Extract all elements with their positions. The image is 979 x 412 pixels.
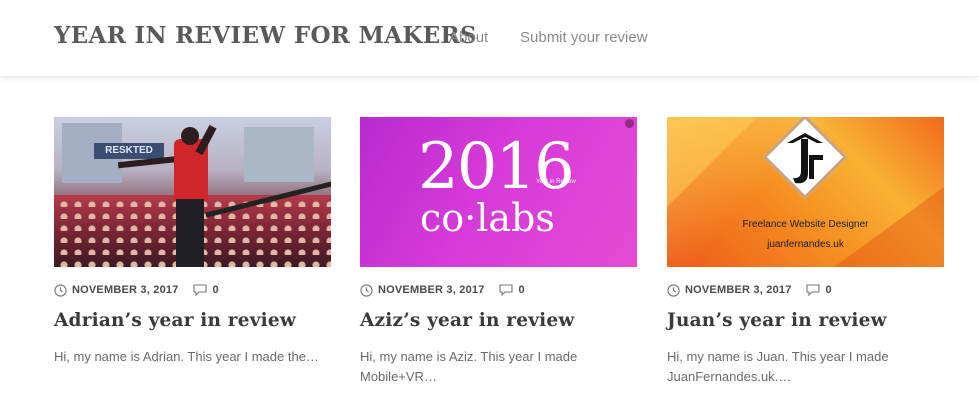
post-meta: NOVEMBER 3, 2017 0 <box>667 282 832 298</box>
post-excerpt-line: Hi, my name is Aziz. This year I made <box>360 349 578 364</box>
thumbnail-background-building <box>244 127 314 182</box>
post-date[interactable]: NOVEMBER 3, 2017 <box>378 284 485 296</box>
thumbnail-sign: RESKTED <box>94 143 164 159</box>
comment-icon[interactable] <box>805 284 820 296</box>
post-thumbnail[interactable]: 2016 Year in Review co·labs <box>360 117 637 267</box>
thumbnail-performer-head <box>181 127 199 145</box>
post-title[interactable]: Aziz’s year in review <box>360 310 575 331</box>
thumbnail-year-text: 2016 <box>418 130 575 204</box>
thumbnail-domain: juanfernandes.uk <box>767 239 844 250</box>
comment-icon[interactable] <box>192 284 207 296</box>
thumbnail-brand-text: co·labs <box>420 196 555 240</box>
clock-icon <box>54 283 67 297</box>
clock-icon <box>667 283 680 297</box>
thumbnail-tagline: Freelance Website Designer <box>742 219 869 230</box>
post-excerpt-line: Mobile+VR… <box>360 369 437 384</box>
post-excerpt: Hi, my name is Aziz. This year I made Mob… <box>360 347 637 387</box>
post-thumbnail[interactable]: Freelance Website Designer juanfernandes… <box>667 117 944 267</box>
post-card-juan: Freelance Website Designer juanfernandes… <box>667 117 944 384</box>
site-header: YEAR IN REVIEW FOR MAKERS About Submit y… <box>0 0 979 77</box>
thumbnail-performer-legs <box>176 199 204 267</box>
post-thumbnail[interactable]: RESKTED <box>54 117 331 267</box>
thumbnail-corner-icon <box>625 119 634 128</box>
thumbnail-polygon <box>667 117 757 207</box>
post-excerpt-line: JuanFernandes.uk.… <box>667 369 792 384</box>
jf-logo-icon <box>787 133 823 184</box>
comment-icon[interactable] <box>498 284 513 296</box>
nav-submit-review-link[interactable]: Submit your review <box>520 29 648 46</box>
post-excerpt-line: Hi, my name is Juan. This year I made <box>667 349 889 364</box>
comment-count[interactable]: 0 <box>519 284 525 296</box>
post-excerpt: Hi, my name is Adrian. This year I made … <box>54 349 319 364</box>
post-title[interactable]: Juan’s year in review <box>667 310 887 331</box>
post-excerpt: Hi, my name is Juan. This year I made Jua… <box>667 347 944 387</box>
comment-count[interactable]: 0 <box>213 284 219 296</box>
post-title[interactable]: Adrian’s year in review <box>54 310 296 331</box>
site-title[interactable]: YEAR IN REVIEW FOR MAKERS <box>54 22 477 49</box>
post-card-adrian: RESKTED NOVEMBER 3, 2017 0 Adrian’s year… <box>54 117 331 364</box>
post-date[interactable]: NOVEMBER 3, 2017 <box>685 284 792 296</box>
nav-about-link[interactable]: About <box>449 29 488 46</box>
clock-icon <box>360 283 373 297</box>
post-date[interactable]: NOVEMBER 3, 2017 <box>72 284 179 296</box>
comment-count[interactable]: 0 <box>826 284 832 296</box>
post-meta: NOVEMBER 3, 2017 0 <box>54 282 219 298</box>
thumbnail-small-text: Year in Review <box>536 179 576 185</box>
post-card-aziz: 2016 Year in Review co·labs NOVEMBER 3, … <box>360 117 637 384</box>
post-meta: NOVEMBER 3, 2017 0 <box>360 282 525 298</box>
